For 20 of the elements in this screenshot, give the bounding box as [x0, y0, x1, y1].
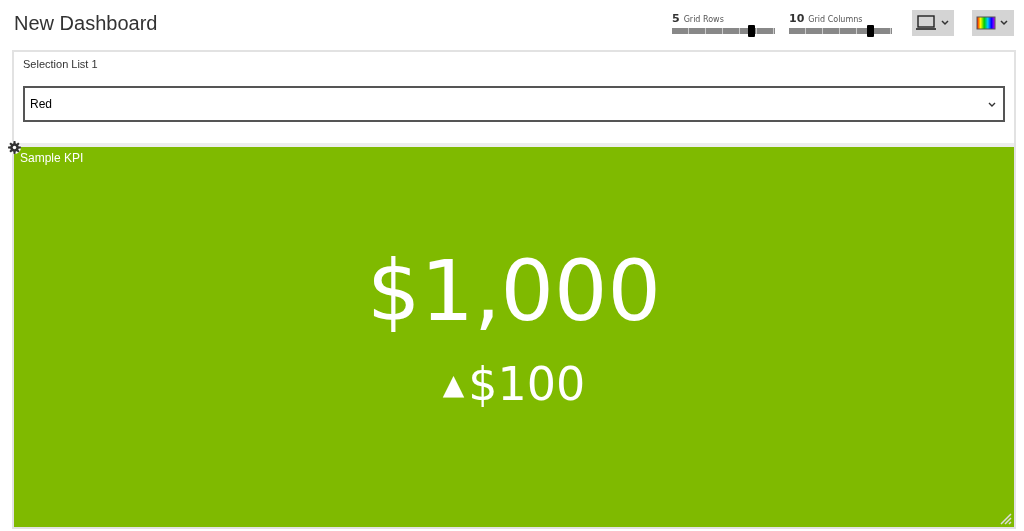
- chevron-icon: [988, 101, 996, 107]
- panel-title: Selection List 1: [23, 58, 99, 70]
- slider-label: Grid Rows: [683, 15, 724, 24]
- dropdown-field[interactable]: Red: [23, 86, 1005, 122]
- device-button[interactable]: [912, 10, 954, 36]
- slider-value: 10: [789, 12, 805, 25]
- kpi-value: $1,000: [367, 249, 661, 333]
- up-triangle-icon: ▲: [442, 367, 465, 401]
- slider-track[interactable]: [789, 28, 892, 34]
- resize-handle-icon[interactable]: [998, 511, 1012, 525]
- slider-label: Grid Columns: [808, 15, 863, 24]
- color-theme-button[interactable]: [972, 10, 1014, 36]
- dashboard-title: New Dashboard: [14, 11, 158, 35]
- slider-thumb[interactable]: [748, 25, 756, 37]
- slider-thumb[interactable]: [867, 25, 875, 37]
- slider-value: 5: [672, 12, 680, 25]
- slider-track[interactable]: [672, 28, 775, 34]
- kpi-title: Sample KPI: [20, 151, 84, 165]
- settings-icon[interactable]: [8, 141, 21, 154]
- kpi-change: $100: [468, 357, 586, 411]
